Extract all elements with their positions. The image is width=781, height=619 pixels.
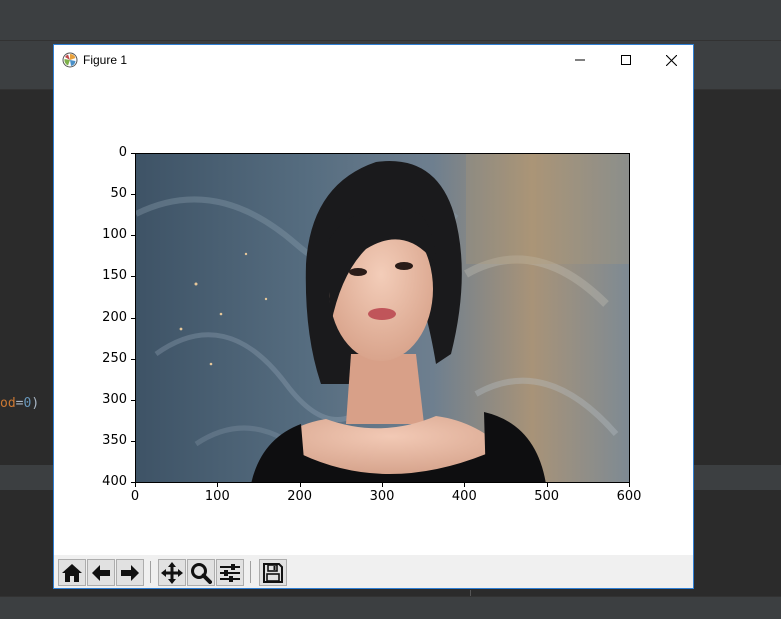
x-tick-label: 200 xyxy=(287,489,313,504)
y-tick-mark xyxy=(131,153,135,154)
y-tick-label: 200 xyxy=(102,309,127,325)
y-tick-mark xyxy=(131,440,135,442)
image-display xyxy=(135,153,630,483)
figure-window: Figure 1 0 50 100 150 200 250 300 350 40… xyxy=(53,44,694,589)
y-tick-mark xyxy=(131,317,135,319)
y-tick-label: 250 xyxy=(102,350,127,366)
x-tick-label: 100 xyxy=(204,489,230,504)
pan-button[interactable] xyxy=(158,559,186,586)
minimize-button[interactable] xyxy=(557,45,603,75)
x-tick-mark xyxy=(135,483,136,487)
x-tick-label: 500 xyxy=(534,489,560,504)
save-icon xyxy=(263,562,283,583)
matplotlib-icon xyxy=(62,52,78,68)
toolbar-separator xyxy=(250,561,251,583)
y-tick-label: 300 xyxy=(102,391,127,407)
x-tick-mark xyxy=(464,483,466,487)
x-tick-label: 600 xyxy=(616,489,642,504)
portrait-image xyxy=(136,154,629,482)
ide-status-bar xyxy=(0,596,781,619)
y-tick-mark xyxy=(131,399,135,401)
y-tick-mark xyxy=(131,358,135,360)
back-button[interactable] xyxy=(87,559,115,586)
y-tick-label: 50 xyxy=(110,186,127,202)
title-bar[interactable]: Figure 1 xyxy=(54,45,693,75)
ide-code-fragment: od=0) xyxy=(0,396,39,411)
y-tick-mark xyxy=(131,276,135,278)
save-button[interactable] xyxy=(259,559,287,586)
forward-icon xyxy=(121,564,139,581)
toolbar-separator xyxy=(150,561,151,583)
ide-menu-bar xyxy=(0,12,781,41)
code-keyword: od xyxy=(0,396,16,411)
x-tick-label: 400 xyxy=(451,489,477,504)
x-tick-mark xyxy=(299,483,301,487)
x-tick-mark xyxy=(546,483,548,487)
plot-canvas[interactable]: 0 50 100 150 200 250 300 350 400 0 100 200 300 400 50… xyxy=(54,75,693,555)
pan-icon xyxy=(161,561,183,584)
home-icon xyxy=(62,563,82,582)
y-tick-label: 100 xyxy=(102,227,127,243)
configure-subplots-icon xyxy=(220,563,240,582)
home-button[interactable] xyxy=(58,559,86,586)
y-tick-mark xyxy=(131,194,135,196)
close-icon xyxy=(665,54,677,66)
navigation-toolbar xyxy=(54,555,693,588)
configure-subplots-button[interactable] xyxy=(216,559,244,586)
back-icon xyxy=(92,564,110,581)
minimize-icon xyxy=(575,59,585,61)
zoom-icon xyxy=(191,562,212,584)
x-tick-mark xyxy=(382,483,383,487)
y-tick-mark xyxy=(131,235,135,237)
y-tick-label: 0 xyxy=(118,145,127,160)
window-title: Figure 1 xyxy=(83,53,128,67)
close-button[interactable] xyxy=(648,45,694,75)
x-tick-label: 0 xyxy=(130,489,140,504)
y-tick-label: 350 xyxy=(102,432,127,448)
zoom-button[interactable] xyxy=(187,559,215,586)
forward-button[interactable] xyxy=(116,559,144,586)
code-paren: ) xyxy=(31,396,40,411)
x-tick-mark xyxy=(629,483,630,487)
maximize-button[interactable] xyxy=(603,45,649,75)
y-tick-label: 400 xyxy=(102,474,127,489)
maximize-icon xyxy=(621,55,631,65)
x-tick-mark xyxy=(217,483,219,487)
y-tick-label: 150 xyxy=(102,268,127,284)
x-tick-label: 300 xyxy=(369,489,395,504)
